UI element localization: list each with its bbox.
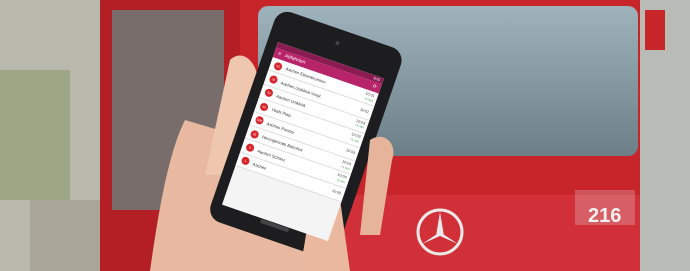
photo-scene: 216 8:55 ≡ Abfahrten ⟳ 25 Aachen Elisenbr… (0, 0, 690, 271)
departure-time: 10:04 +1 min (340, 160, 351, 172)
departure-time: 10:03 +1 min (349, 132, 361, 144)
line-badge: 3A (263, 88, 274, 99)
line-badge: SB6 (254, 115, 265, 126)
departure-time: 10:05 (331, 189, 341, 196)
time-value: 10:02 (359, 107, 370, 115)
menu-icon[interactable]: ≡ (277, 49, 283, 59)
departure-time: 10:03 +1 min (354, 119, 365, 131)
bus-number: 216 (588, 205, 621, 227)
departure-time: 10:02 (359, 107, 369, 114)
departure-time: 10:03 (345, 148, 355, 155)
departure-time: 10:04 +1 min (335, 173, 347, 185)
departure-time: 10:01 +1 min (363, 91, 375, 103)
time-value: 10:05 (331, 188, 342, 196)
greenery (0, 70, 70, 200)
line-badge: 45 (259, 101, 270, 112)
line-badge: 25 (249, 129, 260, 140)
line-badge: 25 (273, 60, 284, 72)
refresh-icon[interactable]: ⟳ (371, 81, 378, 92)
time-value: 10:03 (345, 148, 356, 155)
line-badge: 33 (268, 74, 279, 85)
line-badge: 5 (244, 142, 256, 153)
side-mirror (645, 10, 665, 50)
line-badge: 1 (240, 156, 251, 167)
